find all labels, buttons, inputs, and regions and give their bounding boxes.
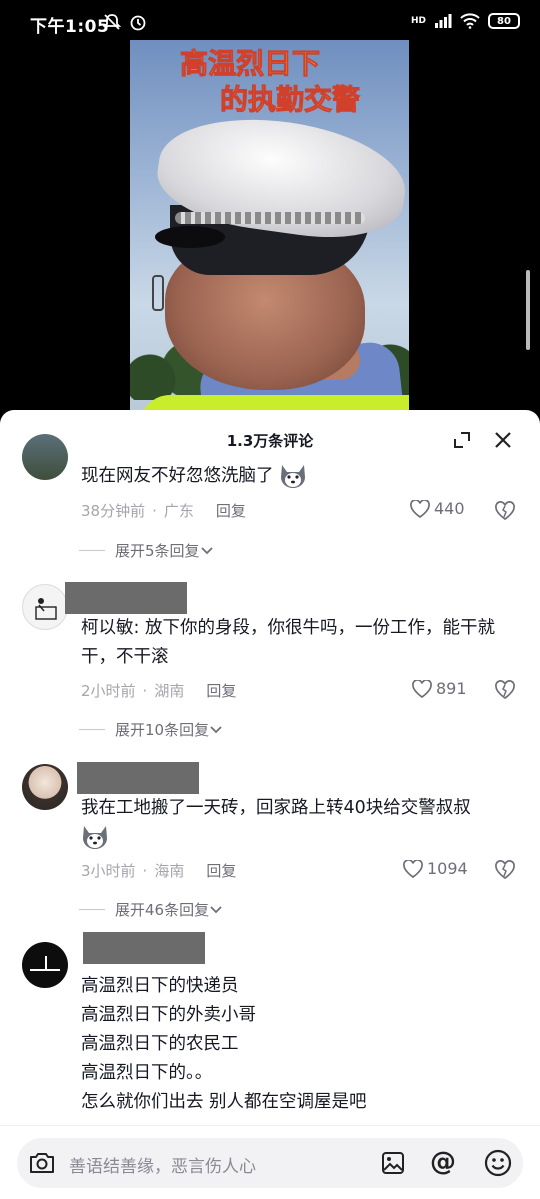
hd-label: HD bbox=[410, 16, 426, 26]
video-glasses bbox=[152, 275, 164, 311]
video-cap-visor bbox=[155, 226, 225, 248]
broken-heart-icon[interactable] bbox=[494, 859, 516, 881]
username-redacted bbox=[83, 932, 205, 964]
comment-text: 高温烈日下的快递员 高温烈日下的外卖小哥 高温烈日下的农民工 高温烈日下的。。 … bbox=[81, 972, 521, 1117]
divider-line bbox=[79, 550, 105, 551]
battery-icon: 80 bbox=[488, 13, 520, 29]
status-time: 下午1:05 bbox=[30, 17, 110, 37]
chevron-down-icon bbox=[210, 905, 222, 913]
avatar-drawing-icon bbox=[35, 598, 57, 620]
broken-heart-icon[interactable] bbox=[494, 500, 516, 522]
comments-header: 1.3万条评论 bbox=[0, 410, 540, 470]
scroll-indicator[interactable] bbox=[526, 270, 530, 350]
expand-icon[interactable] bbox=[452, 430, 472, 450]
expand-replies-label: 展开5条回复 bbox=[115, 542, 200, 560]
comment-location: 湖南 bbox=[154, 682, 185, 700]
comment-location: 海南 bbox=[154, 862, 185, 880]
avatar[interactable] bbox=[22, 764, 68, 810]
comment-time: 3小时前 bbox=[81, 862, 136, 880]
video-title-line1: 高温烈日下 bbox=[179, 47, 321, 81]
comment-line: 高温烈日下的快递员 bbox=[81, 976, 239, 996]
comments-sheet: 1.3万条评论 现在网友不好忽悠洗脑了 38分钟前 · 广东 回复 440 展开5条… bbox=[0, 410, 540, 1199]
avatar[interactable] bbox=[22, 942, 68, 988]
username-redacted bbox=[65, 582, 187, 614]
comment-meta: 2小时前 · 湖南 回复 bbox=[81, 680, 237, 701]
comment-line: 高温烈日下的外卖小哥 bbox=[81, 1005, 256, 1025]
mute-icon bbox=[102, 14, 122, 30]
mention-icon[interactable]: @ bbox=[430, 1149, 456, 1175]
expand-replies-button[interactable]: 展开10条回复 bbox=[79, 719, 223, 740]
comment-text: 我在工地搬了一天砖，回家路上转40块给交警叔叔 bbox=[81, 794, 521, 852]
avatar-pattern-icon bbox=[30, 956, 60, 971]
expand-replies-label: 展开46条回复 bbox=[115, 901, 210, 919]
comment-line: 高温烈日下的。。 bbox=[81, 1063, 213, 1083]
comment-time: 38分钟前 bbox=[81, 502, 146, 520]
status-bar: 下午1:05 HD 80 bbox=[0, 0, 540, 44]
signal-icon bbox=[435, 14, 452, 28]
comment-time: 2小时前 bbox=[81, 682, 136, 700]
husky-emoji-icon bbox=[83, 826, 107, 849]
broken-heart-icon[interactable] bbox=[494, 679, 516, 701]
heart-icon bbox=[412, 679, 432, 698]
emoji-icon[interactable] bbox=[484, 1149, 512, 1177]
comment-input-bar: 善语结善缘，恶言伤人心 @ bbox=[0, 1125, 540, 1199]
avatar[interactable] bbox=[22, 434, 68, 480]
username-redacted bbox=[77, 762, 199, 794]
app-screen: 下午1:05 HD 80 高温烈日下 的执勤交警 1.3万条评论 现在网友不好忽… bbox=[0, 0, 540, 1199]
comment-line: 怎么就你们出去 别人都在空调屋是吧 bbox=[81, 1092, 367, 1112]
alarm-icon bbox=[130, 15, 146, 31]
heart-icon bbox=[410, 499, 430, 518]
like-button[interactable]: 891 bbox=[412, 679, 467, 698]
comment-meta: 3小时前 · 海南 回复 bbox=[81, 860, 237, 881]
divider-line bbox=[79, 909, 105, 910]
status-system-icons: HD 80 bbox=[411, 13, 520, 29]
like-button[interactable]: 1094 bbox=[403, 859, 468, 878]
divider-line bbox=[79, 729, 105, 730]
like-count: 440 bbox=[434, 499, 465, 518]
expand-replies-button[interactable]: 展开46条回复 bbox=[79, 899, 223, 920]
comment-line: 高温烈日下的农民工 bbox=[81, 1034, 239, 1054]
reply-button[interactable]: 回复 bbox=[216, 500, 246, 521]
comment-meta: 38分钟前 · 广东 回复 bbox=[81, 500, 246, 521]
video-title-line2: 的执勤交警 bbox=[219, 83, 361, 117]
close-icon[interactable] bbox=[493, 430, 513, 450]
chevron-down-icon bbox=[200, 546, 213, 554]
comment-text: 现在网友不好忽悠洗脑了 bbox=[81, 462, 521, 491]
like-count: 1094 bbox=[427, 859, 468, 878]
camera-icon[interactable] bbox=[28, 1151, 56, 1175]
reply-button[interactable]: 回复 bbox=[206, 860, 236, 881]
expand-replies-button[interactable]: 展开5条回复 bbox=[79, 540, 214, 561]
wifi-icon bbox=[460, 13, 480, 29]
video-cap-braid bbox=[175, 212, 365, 224]
input-placeholder: 善语结善缘，恶言伤人心 bbox=[69, 1157, 256, 1177]
status-notification-icons bbox=[102, 12, 148, 32]
comment-text: 柯以敏: 放下你的身段，你很牛吗，一份工作，能干就干，不干滚 bbox=[81, 618, 495, 667]
image-icon[interactable] bbox=[381, 1151, 405, 1175]
comment-location: 广东 bbox=[163, 502, 194, 520]
expand-replies-label: 展开10条回复 bbox=[115, 721, 210, 739]
like-button[interactable]: 440 bbox=[410, 499, 465, 518]
heart-icon bbox=[403, 859, 423, 878]
reply-button[interactable]: 回复 bbox=[206, 680, 236, 701]
husky-emoji-icon bbox=[281, 465, 306, 488]
chevron-down-icon bbox=[210, 725, 222, 733]
avatar[interactable] bbox=[22, 584, 68, 630]
video-player[interactable]: 高温烈日下 的执勤交警 bbox=[130, 40, 409, 415]
like-count: 891 bbox=[436, 679, 467, 698]
